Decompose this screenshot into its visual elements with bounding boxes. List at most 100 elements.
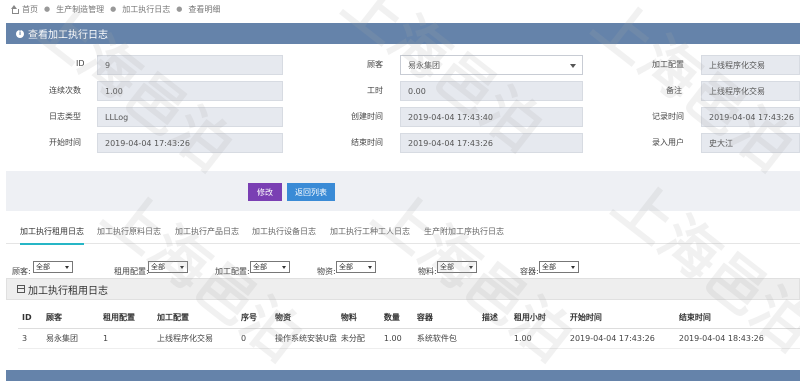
count-field[interactable]: 1.00 (97, 81, 283, 101)
chevron-down-icon (65, 266, 69, 269)
recorded-field[interactable]: 2019-04-04 17:43:26 (701, 107, 800, 127)
tab-material-log[interactable]: 加工执行原料日志 (97, 226, 161, 243)
end-field[interactable]: 2019-04-04 17:43:26 (400, 133, 583, 153)
table-cell: 1.00 (379, 328, 413, 349)
table-icon (17, 285, 25, 293)
filter-customer-label: 顾客: (12, 267, 31, 276)
panel-header: i 查看加工执行日志 (6, 23, 800, 44)
table-cell: 2019-04-04 18:43:26 (674, 328, 800, 349)
filter-material-select[interactable]: 全部 (437, 261, 477, 273)
start-label: 开始时间 (49, 138, 81, 147)
column-header[interactable]: 序号 (237, 308, 271, 329)
column-header[interactable]: 容器 (412, 308, 478, 329)
log-type-field[interactable]: LLLog (97, 107, 283, 127)
filter-container-value: 全部 (542, 263, 556, 271)
detail-form: ID 9 顾客 易永集团 加工配置 上线程序化交易 连续次数 1.00 工时 0… (6, 44, 800, 171)
column-header[interactable]: 物料 (336, 308, 380, 329)
id-field[interactable]: 9 (97, 55, 283, 75)
chevron-down-icon (282, 266, 286, 269)
customer-select[interactable]: 易永集团 (400, 55, 583, 75)
chevron-down-icon (571, 266, 575, 269)
column-header[interactable]: 顾客 (42, 308, 99, 329)
entry-user-field[interactable]: 史大江 (701, 133, 800, 153)
table-cell: 操作系统安装U盘 (271, 328, 337, 349)
tab-equipment-log[interactable]: 加工执行设备日志 (252, 226, 316, 243)
customer-select-value: 易永集团 (408, 60, 440, 70)
rental-log-table: ID 顾客 租用配置 加工配置 序号 物资 物料 数量 容器 描述 租用小时 开… (18, 308, 800, 349)
filter-rental-config-select[interactable]: 全部 (148, 261, 188, 273)
column-header[interactable]: 物资 (271, 308, 337, 329)
column-header[interactable]: ID (18, 308, 42, 329)
filter-config-label: 加工配置: (215, 267, 250, 276)
info-icon: i (16, 29, 24, 38)
column-header[interactable]: 结束时间 (674, 308, 800, 329)
column-header[interactable]: 数量 (379, 308, 413, 329)
recorded-label: 记录时间 (652, 112, 684, 121)
log-type-label: 日志类型 (49, 112, 81, 121)
form-row: 连续次数 1.00 工时 0.00 备注 上线程序化交易 (6, 81, 800, 101)
hours-field[interactable]: 0.00 (400, 81, 583, 101)
filter-material-value: 全部 (440, 263, 454, 271)
filter-container-label: 容器: (520, 267, 539, 276)
config-field[interactable]: 上线程序化交易 (701, 55, 800, 75)
home-icon[interactable] (10, 4, 19, 14)
form-row: 开始时间 2019-04-04 17:43:26 结束时间 2019-04-04… (6, 133, 800, 153)
chevron-down-icon (469, 266, 473, 269)
log-tabs: 加工执行租用日志 加工执行原料日志 加工执行产品日志 加工执行设备日志 加工执行… (6, 222, 800, 245)
edit-button[interactable]: 修改 (248, 183, 282, 201)
filter-rental-config-label: 租用配置: (114, 267, 149, 276)
remark-label: 备注 (666, 86, 682, 95)
sub-panel-header: 加工执行租用日志 (6, 278, 800, 300)
chevron-down-icon (368, 266, 372, 269)
breadcrumb-item-log[interactable]: 加工执行日志 (122, 4, 170, 15)
filter-rental-config-value: 全部 (151, 263, 165, 271)
form-row: ID 9 顾客 易永集团 加工配置 上线程序化交易 (6, 55, 800, 75)
breadcrumb-item-detail: 查看明细 (188, 4, 221, 14)
table-cell: 1 (99, 328, 153, 349)
column-header[interactable]: 租用小时 (509, 308, 566, 329)
remark-field[interactable]: 上线程序化交易 (701, 81, 800, 101)
id-label: ID (76, 59, 85, 68)
chevron-down-icon (180, 266, 184, 269)
start-field[interactable]: 2019-04-04 17:43:26 (97, 133, 283, 153)
filter-material-label: 物料: (418, 267, 437, 276)
table-header-row: ID 顾客 租用配置 加工配置 序号 物资 物料 数量 容器 描述 租用小时 开… (18, 308, 800, 329)
tab-rental-log[interactable]: 加工执行租用日志 (20, 226, 84, 245)
count-label: 连续次数 (49, 86, 81, 95)
table-cell: 易永集团 (42, 328, 99, 349)
entry-user-label: 录入用户 (652, 138, 684, 147)
column-header[interactable]: 开始时间 (565, 308, 675, 329)
panel-title: 查看加工执行日志 (28, 30, 108, 41)
column-header[interactable]: 描述 (477, 308, 510, 329)
back-to-list-button[interactable]: 返回列表 (287, 183, 335, 201)
filter-config-select[interactable]: 全部 (250, 261, 290, 273)
end-label: 结束时间 (351, 138, 383, 147)
tab-worker-log[interactable]: 加工执行工种工人日志 (330, 226, 410, 243)
column-header[interactable]: 加工配置 (153, 308, 237, 329)
filter-container-select[interactable]: 全部 (539, 261, 579, 273)
breadcrumb-separator: ● (44, 5, 51, 13)
breadcrumb-item-home[interactable]: 首页 (22, 4, 38, 15)
breadcrumb: 首页 ● 生产制造管理 ● 加工执行日志 ● 查看明细 (0, 0, 800, 18)
column-header[interactable]: 租用配置 (99, 308, 153, 329)
table-cell: 上线程序化交易 (153, 328, 237, 349)
breadcrumb-separator: ● (110, 5, 117, 13)
table-cell: 3 (18, 328, 42, 349)
table-cell: 未分配 (336, 328, 380, 349)
breadcrumb-item-manufacturing[interactable]: 生产制造管理 (56, 4, 104, 15)
filter-config-value: 全部 (253, 263, 267, 271)
filter-goods-value: 全部 (339, 263, 353, 271)
filter-customer-select[interactable]: 全部 (33, 261, 73, 273)
table-cell (477, 328, 510, 349)
created-field[interactable]: 2019-04-04 17:43:40 (400, 107, 583, 127)
tab-product-log[interactable]: 加工执行产品日志 (175, 226, 239, 243)
customer-label: 顾客 (367, 60, 383, 69)
table-row[interactable]: 3 易永集团 1 上线程序化交易 0 操作系统安装U盘 未分配 1.00 系统软… (18, 328, 800, 349)
table-cell: 2019-04-04 17:43:26 (565, 328, 675, 349)
filter-goods-select[interactable]: 全部 (336, 261, 376, 273)
table-cell: 系统软件包 (412, 328, 478, 349)
hours-label: 工时 (367, 86, 383, 95)
config-label: 加工配置 (652, 60, 684, 69)
tab-extra-process-log[interactable]: 生产附加工序执行日志 (424, 226, 504, 243)
footer-bar (6, 370, 800, 381)
